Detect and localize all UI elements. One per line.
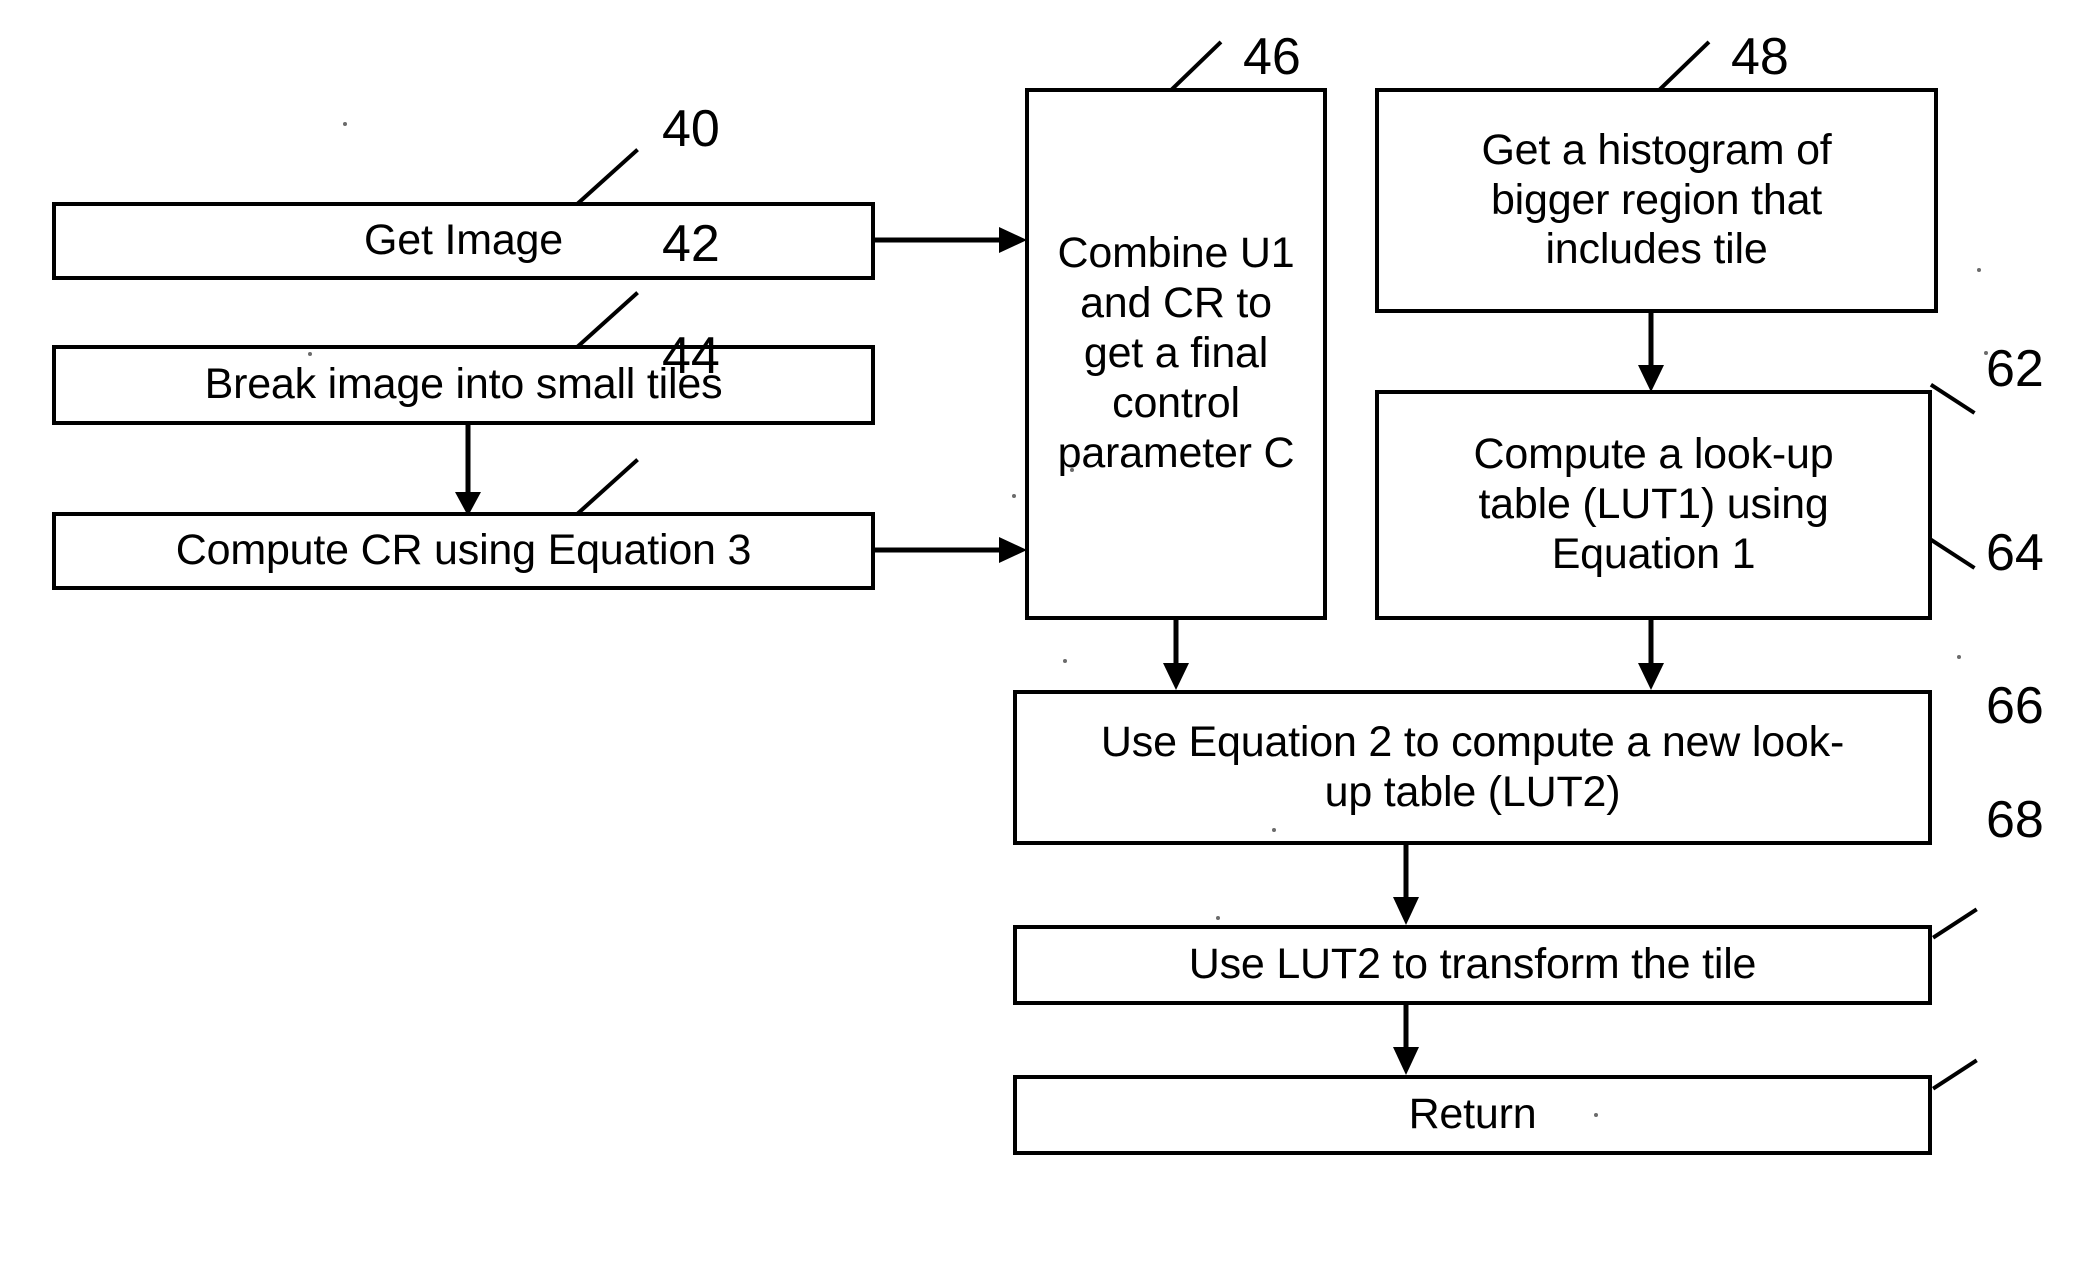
scan-speck [1594,1113,1598,1117]
flow-node-label: Compute CR using Equation 3 [175,526,752,575]
flow-node-label: Get a histogram of bigger region that in… [1481,125,1832,274]
reference-numeral-64: 64 [1986,524,2044,582]
scan-speck [1977,268,1981,272]
reference-numeral-66: 66 [1986,677,2044,735]
flow-node-label: Get Image [364,216,563,265]
flow-node-transform-tile[interactable]: Use LUT2 to transform the tile [1013,925,1932,1005]
flow-node-compute-lut1[interactable]: Compute a look-up table (LUT1) using Equ… [1375,390,1932,620]
scan-speck [1012,494,1016,498]
flow-node-return[interactable]: Return [1013,1075,1932,1155]
flow-node-break-image-into-tiles[interactable]: Break image into small tiles [52,345,875,425]
reference-numeral-68: 68 [1986,791,2044,849]
reference-numeral-44: 44 [662,327,720,385]
reference-numeral-46: 46 [1243,28,1301,86]
flow-node-combine-u1-cr[interactable]: Combine U1 and CR to get a final control… [1025,88,1327,620]
flow-node-label: Compute a look-up table (LUT1) using Equ… [1473,430,1834,578]
reference-numeral-62: 62 [1986,340,2044,398]
reference-numeral-48: 48 [1731,28,1789,86]
scan-speck [308,352,312,356]
flow-node-compute-lut2[interactable]: Use Equation 2 to compute a new look- up… [1013,690,1932,845]
flow-node-label: Return [1408,1090,1537,1139]
figure-canvas: Get Image Break image into small tiles C… [0,0,2082,1286]
scan-speck [1216,916,1220,920]
scan-speck [1957,655,1961,659]
reference-numeral-40: 40 [662,100,720,158]
scan-speck [1063,659,1067,663]
flow-node-compute-cr[interactable]: Compute CR using Equation 3 [52,512,875,590]
flow-node-label: Use LUT2 to transform the tile [1188,940,1757,989]
flow-node-label: Combine U1 and CR to get a final control… [1057,229,1295,477]
scan-speck [1070,468,1074,472]
scan-speck [1272,828,1276,832]
flow-node-get-image[interactable]: Get Image [52,202,875,280]
reference-numeral-42: 42 [662,215,720,273]
flow-node-get-histogram[interactable]: Get a histogram of bigger region that in… [1375,88,1938,313]
flow-node-label: Break image into small tiles [204,360,723,409]
scan-speck [1984,351,1988,355]
scan-speck [343,122,347,126]
flow-node-label: Use Equation 2 to compute a new look- up… [1100,717,1845,816]
